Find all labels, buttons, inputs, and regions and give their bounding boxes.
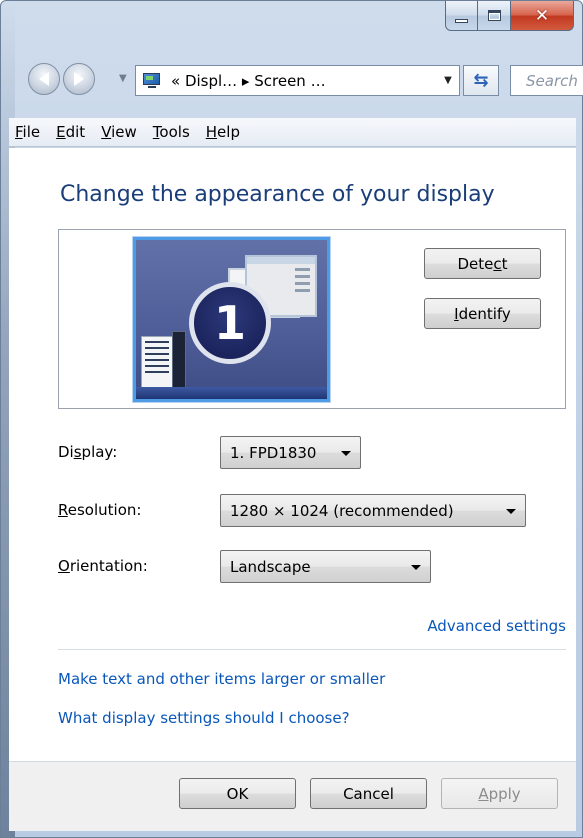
detect-button[interactable]: Dete c t [424,248,541,279]
monitor-thumbnail[interactable]: 1 [133,237,330,402]
address-breadcrumb[interactable]: « Displ… ▸ Screen … [171,72,437,90]
chevron-down-icon [341,451,351,456]
resolution-select[interactable]: 1280 × 1024 (recommended) [220,494,526,527]
monitor-number-badge: 1 [189,282,271,364]
identify-button[interactable]: Identify [424,298,541,329]
thumbnail-taskbar [136,387,327,399]
refresh-icon: ⇆ [473,70,489,91]
search-placeholder: Search [526,71,578,90]
address-dropdown-icon[interactable]: ▼ [437,75,459,86]
dialog-footer: OK Cancel Apply [9,762,576,831]
apply-button[interactable]: Apply [441,778,558,809]
menu-tools[interactable]: Tools [153,123,190,141]
refresh-button[interactable]: ⇆ [463,65,499,96]
close-icon: ✕ [534,5,550,26]
divider [58,649,566,650]
thumbnail-panel-icon [172,331,186,391]
ok-button[interactable]: OK [179,778,296,809]
advanced-settings-link[interactable]: Advanced settings [427,617,566,635]
menu-edit[interactable]: Edit [56,123,85,141]
display-label: Display: [58,443,118,461]
navigation-bar: ▼ « Displ… ▸ Screen … ▼ ⇆ Search [1,58,583,98]
resolution-label: Resolution: [58,501,142,519]
content-pane: Change the appearance of your display 1 … [9,148,576,831]
cancel-button[interactable]: Cancel [310,778,427,809]
text-size-link[interactable]: Make text and other items larger or smal… [58,670,385,688]
menu-bar: File Edit View Tools Help [9,118,576,147]
maximize-icon [487,10,501,21]
caption-buttons: ✕ [445,1,574,31]
page-title: Change the appearance of your display [60,182,495,207]
display-help-link[interactable]: What display settings should I choose? [58,709,350,727]
back-button[interactable] [28,63,60,95]
display-preview-area: 1 Dete c t Identify [58,229,566,409]
address-bar[interactable]: « Displ… ▸ Screen … ▼ [135,65,460,96]
menu-help[interactable]: Help [206,123,240,141]
display-select-value: 1. FPD1830 [230,443,317,462]
forward-arrow-icon [74,72,84,86]
back-arrow-icon [39,72,49,86]
resolution-select-value: 1280 × 1024 (recommended) [230,501,454,520]
maximize-button[interactable] [478,1,511,31]
close-button[interactable]: ✕ [511,1,574,31]
orientation-select-value: Landscape [230,557,311,576]
recent-pages-dropdown-icon[interactable]: ▼ [119,73,127,84]
minimize-button[interactable] [445,1,478,31]
search-input[interactable]: Search [510,65,583,96]
forward-button[interactable] [63,63,95,95]
thumbnail-document-icon [141,336,173,391]
display-select[interactable]: 1. FPD1830 [220,436,361,469]
menu-view[interactable]: View [101,123,137,141]
chevron-down-icon [506,509,516,514]
chevron-down-icon [411,565,421,570]
menu-file[interactable]: File [15,123,40,141]
display-control-panel-icon [143,72,163,89]
window-frame: ✕ ▼ « Displ… ▸ Screen … ▼ ⇆ Search File … [0,0,583,838]
orientation-label: Orientation: [58,557,148,575]
minimize-icon [455,18,468,23]
orientation-select[interactable]: Landscape [220,550,431,583]
